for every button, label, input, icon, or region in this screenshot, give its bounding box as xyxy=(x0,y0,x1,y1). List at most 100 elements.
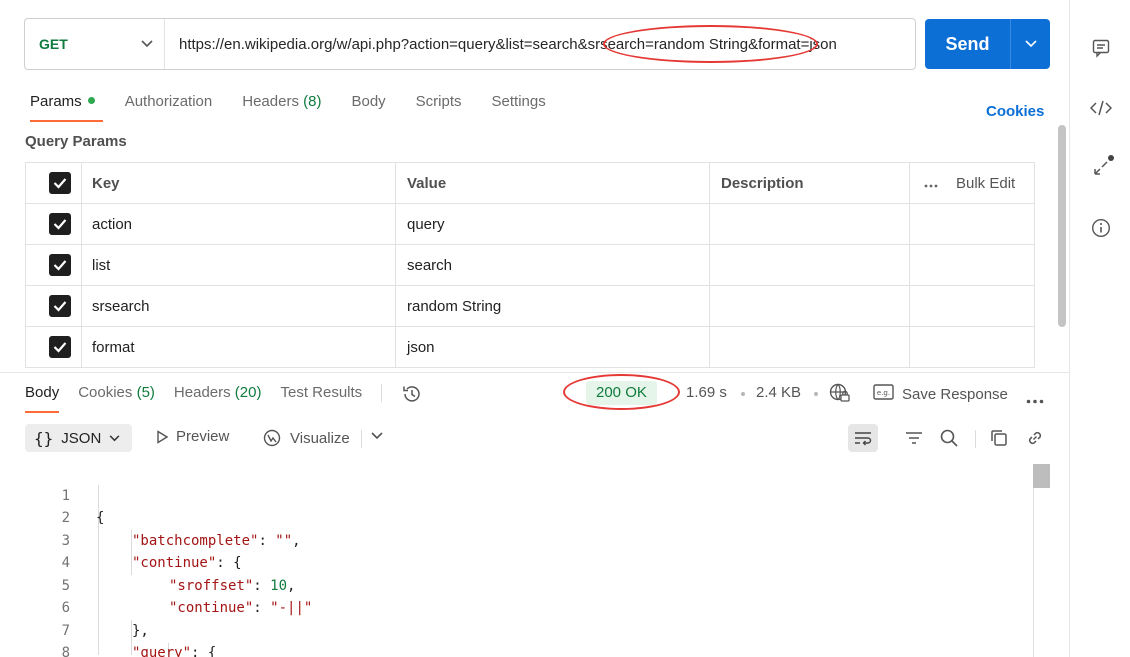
tab-response-headers-label: Headers xyxy=(174,384,231,401)
param-value[interactable]: json xyxy=(396,327,710,367)
tab-scripts-label: Scripts xyxy=(416,93,462,110)
bulk-edit-button[interactable]: Bulk Edit xyxy=(956,175,1015,192)
code-line: 2 "batchcomplete": "", xyxy=(0,485,1030,508)
history-icon[interactable] xyxy=(401,383,423,413)
tab-test-results-label: Test Results xyxy=(280,384,362,401)
param-key[interactable]: srsearch xyxy=(82,286,396,326)
json-key: "query" xyxy=(132,645,191,657)
param-description[interactable] xyxy=(710,327,910,367)
send-dropdown-button[interactable] xyxy=(1010,19,1050,69)
save-response-label: Save Response xyxy=(902,386,1008,403)
tab-headers-label: Headers xyxy=(242,93,299,110)
response-size: 2.4 KB xyxy=(756,384,801,401)
code-line: 8 "searchinfo": { xyxy=(0,620,1030,643)
param-description[interactable] xyxy=(710,286,910,326)
param-description[interactable] xyxy=(710,245,910,285)
wrap-icon xyxy=(853,430,873,446)
tab-headers-count: (8) xyxy=(303,93,321,110)
table-row: format json xyxy=(26,327,1035,368)
request-tabs: Params Authorization Headers (8) Body Sc… xyxy=(30,92,546,122)
param-key[interactable]: list xyxy=(82,245,396,285)
tab-params-label: Params xyxy=(30,93,82,110)
code-icon[interactable] xyxy=(1090,97,1112,119)
param-key[interactable]: format xyxy=(82,327,396,367)
divider xyxy=(975,430,976,448)
more-icon[interactable] xyxy=(1026,391,1044,408)
right-sidebar xyxy=(1069,0,1130,657)
tab-params[interactable]: Params xyxy=(30,92,95,122)
visualize-icon xyxy=(262,428,282,448)
tab-response-cookies[interactable]: Cookies (5) xyxy=(78,383,155,413)
tab-body[interactable]: Body xyxy=(351,92,385,122)
tab-response-body[interactable]: Body xyxy=(25,383,59,413)
save-response-button[interactable]: e.g. Save Response xyxy=(873,384,1008,404)
cookies-link[interactable]: Cookies xyxy=(986,103,1044,120)
braces-icon: {} xyxy=(34,429,53,448)
visualize-dropdown[interactable] xyxy=(371,432,383,440)
code-scrollbar[interactable] xyxy=(1033,464,1050,488)
info-icon[interactable] xyxy=(1090,217,1112,239)
tab-response-headers[interactable]: Headers (20) xyxy=(174,383,262,413)
tab-response-cookies-count: (5) xyxy=(137,384,155,401)
pane-divider[interactable] xyxy=(0,372,1069,373)
param-key[interactable]: action xyxy=(82,204,396,244)
checkbox-checked-icon[interactable] xyxy=(49,254,71,276)
tab-scripts[interactable]: Scripts xyxy=(416,92,462,122)
divider xyxy=(381,384,382,402)
visualize-button[interactable]: Visualize xyxy=(262,428,350,448)
params-scrollbar[interactable] xyxy=(1058,125,1066,327)
tab-authorization[interactable]: Authorization xyxy=(125,92,213,122)
column-key: Key xyxy=(82,163,396,203)
param-value[interactable]: query xyxy=(396,204,710,244)
tab-settings[interactable]: Settings xyxy=(492,92,546,122)
format-select[interactable]: {} JSON xyxy=(25,424,132,452)
line-number: 8 xyxy=(0,642,70,657)
param-description[interactable] xyxy=(710,204,910,244)
preview-button[interactable]: Preview xyxy=(156,428,229,445)
response-body-code[interactable]: 1 { 2 "batchcomplete": "", 3 "continue":… xyxy=(0,462,1030,642)
code-line: 1 { xyxy=(0,462,1030,485)
preview-label: Preview xyxy=(176,428,229,445)
dot-separator xyxy=(814,392,818,396)
response-time: 1.69 s xyxy=(686,384,727,401)
tab-test-results[interactable]: Test Results xyxy=(280,383,362,413)
checkbox-checked-icon[interactable] xyxy=(49,213,71,235)
wrap-lines-button[interactable] xyxy=(848,424,878,452)
code-line: 6 }, xyxy=(0,575,1030,598)
checkbox-checked-icon[interactable] xyxy=(49,172,71,194)
tab-response-headers-count: (20) xyxy=(235,384,262,401)
send-button[interactable]: Send xyxy=(925,19,1050,69)
method-label: GET xyxy=(39,36,130,52)
params-header-row: Key Value Description Bulk Edit xyxy=(26,163,1035,204)
table-row: action query xyxy=(26,204,1035,245)
checkbox-checked-icon[interactable] xyxy=(49,295,71,317)
more-icon[interactable] xyxy=(924,175,938,192)
response-tabs: Body Cookies (5) Headers (20) Test Resul… xyxy=(25,383,423,413)
param-value[interactable]: random String xyxy=(396,286,710,326)
tab-headers[interactable]: Headers (8) xyxy=(242,92,321,122)
code-line: 5 "continue": "-||" xyxy=(0,552,1030,575)
search-icon[interactable] xyxy=(938,428,960,448)
annotation-circle-status xyxy=(563,374,680,410)
chevron-down-icon xyxy=(371,432,383,440)
query-params-title: Query Params xyxy=(25,133,127,150)
param-spacer xyxy=(910,286,1035,326)
send-label: Send xyxy=(925,19,1010,69)
params-table: Key Value Description Bulk Edit action q… xyxy=(25,162,1035,368)
param-value[interactable]: search xyxy=(396,245,710,285)
code-line: 4 "sroffset": 10, xyxy=(0,530,1030,553)
format-label: JSON xyxy=(61,430,101,447)
filter-icon[interactable] xyxy=(903,428,925,448)
checkbox-checked-icon[interactable] xyxy=(49,336,71,358)
globe-lock-icon[interactable] xyxy=(828,382,850,408)
copy-icon[interactable] xyxy=(988,428,1010,448)
method-select[interactable]: GET xyxy=(25,19,165,69)
tab-response-body-label: Body xyxy=(25,384,59,401)
visualize-label: Visualize xyxy=(290,430,350,447)
comment-icon[interactable] xyxy=(1090,37,1112,59)
notification-dot xyxy=(1108,155,1114,161)
json-value: { xyxy=(208,645,216,657)
link-icon[interactable] xyxy=(1024,428,1046,448)
svg-text:e.g.: e.g. xyxy=(877,389,890,397)
chevron-down-icon xyxy=(1025,40,1037,48)
